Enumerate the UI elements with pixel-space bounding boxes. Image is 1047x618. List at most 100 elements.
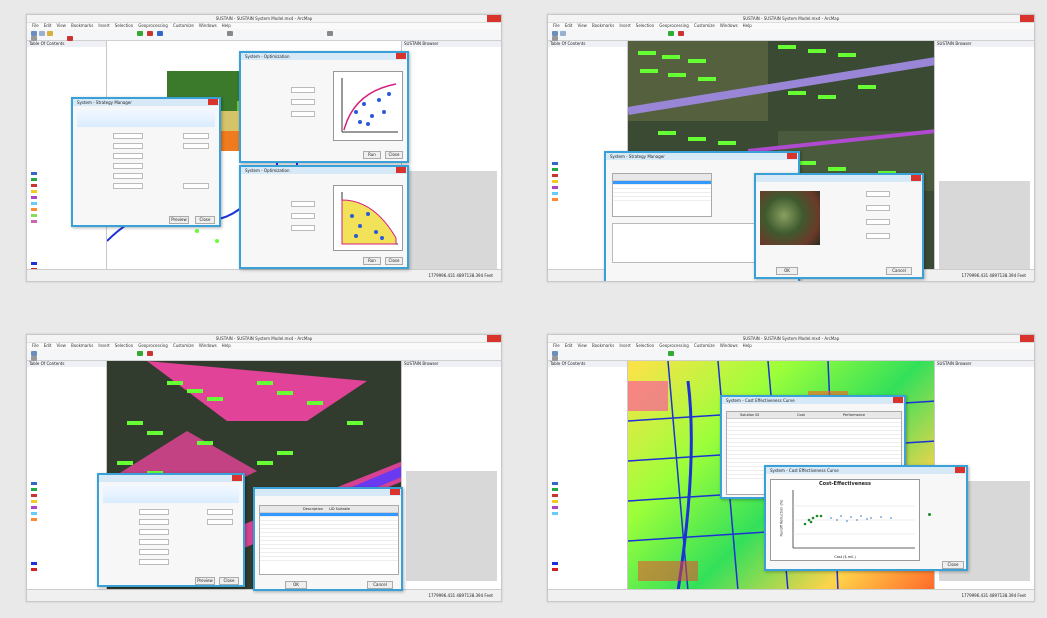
dropdown-field[interactable] — [139, 549, 169, 555]
dropdown-field[interactable] — [139, 509, 169, 515]
menu-bookmarks[interactable]: Bookmarks — [71, 23, 93, 28]
close-button[interactable]: Close — [219, 577, 239, 585]
menu-bookmarks[interactable]: Bookmarks — [592, 343, 614, 348]
tool-icon[interactable] — [147, 351, 153, 356]
input-field[interactable] — [291, 87, 315, 93]
preview-button[interactable]: Preview — [195, 577, 215, 585]
tool-icon[interactable] — [147, 31, 153, 36]
input-field[interactable] — [866, 205, 890, 211]
menu-selection[interactable]: Selection — [636, 343, 654, 348]
tool-icon[interactable] — [668, 351, 674, 356]
menu-selection[interactable]: Selection — [115, 23, 133, 28]
dropdown-field[interactable] — [113, 163, 143, 169]
input-field[interactable] — [291, 111, 315, 117]
toc-layer[interactable] — [31, 493, 39, 497]
menu-view[interactable]: View — [577, 23, 587, 28]
input-field[interactable] — [866, 219, 890, 225]
tool-icon[interactable] — [137, 351, 143, 356]
menu-insert[interactable]: Insert — [619, 343, 630, 348]
toc-layer[interactable] — [552, 567, 560, 571]
tool-icon[interactable] — [678, 31, 684, 36]
dropdown-field[interactable] — [207, 509, 233, 515]
tool-icon[interactable] — [157, 31, 163, 36]
toc-layer[interactable] — [552, 191, 560, 195]
close-button[interactable]: Close — [385, 151, 403, 159]
input-field[interactable] — [291, 99, 315, 105]
close-icon[interactable] — [1020, 335, 1034, 342]
toc-layer[interactable] — [31, 213, 39, 217]
menu-view[interactable]: View — [56, 23, 66, 28]
toc-layer[interactable] — [31, 561, 39, 565]
menu-customize[interactable]: Customize — [694, 343, 715, 348]
tool-icon[interactable] — [560, 31, 566, 36]
tool-icon[interactable] — [227, 31, 233, 36]
toc-layer[interactable] — [31, 207, 39, 211]
menu-windows[interactable]: Windows — [199, 23, 217, 28]
toc-layer[interactable] — [552, 481, 560, 485]
dropdown-field[interactable] — [113, 173, 143, 179]
toc-layer[interactable] — [31, 487, 39, 491]
tool-icon[interactable] — [39, 31, 45, 36]
toc-layer[interactable] — [31, 261, 39, 265]
menu-insert[interactable]: Insert — [98, 23, 109, 28]
toc-layer[interactable] — [31, 517, 39, 521]
dropdown-field[interactable] — [183, 143, 209, 149]
menu-edit[interactable]: Edit — [565, 23, 573, 28]
menu-customize[interactable]: Customize — [173, 23, 194, 28]
menu-windows[interactable]: Windows — [720, 23, 738, 28]
toc-layer[interactable] — [552, 179, 560, 183]
menu-help[interactable]: Help — [743, 343, 752, 348]
menu-geoprocessing[interactable]: Geoprocessing — [138, 23, 168, 28]
close-icon[interactable] — [396, 53, 406, 59]
menu-help[interactable]: Help — [222, 343, 231, 348]
menu-file[interactable]: File — [32, 343, 39, 348]
menu-selection[interactable]: Selection — [115, 343, 133, 348]
dropdown-field[interactable] — [113, 183, 143, 189]
toc-layer[interactable] — [31, 177, 39, 181]
menu-edit[interactable]: Edit — [44, 23, 52, 28]
menu-geoprocessing[interactable]: Geoprocessing — [659, 343, 689, 348]
toc-layer[interactable] — [31, 201, 39, 205]
menu-customize[interactable]: Customize — [694, 23, 715, 28]
menu-customize[interactable]: Customize — [173, 343, 194, 348]
menu-bookmarks[interactable]: Bookmarks — [592, 23, 614, 28]
close-button[interactable]: Close — [942, 561, 964, 569]
dropdown-field[interactable] — [139, 539, 169, 545]
close-icon[interactable] — [390, 489, 400, 495]
toc-layer[interactable] — [552, 161, 560, 165]
close-icon[interactable] — [1020, 15, 1034, 22]
menu-edit[interactable]: Edit — [44, 343, 52, 348]
menu-file[interactable]: File — [32, 23, 39, 28]
toc-layer[interactable] — [31, 219, 39, 223]
toc-layer[interactable] — [552, 561, 560, 565]
dropdown-field[interactable] — [139, 519, 169, 525]
dropdown-field[interactable] — [139, 559, 169, 565]
toc-layer[interactable] — [31, 511, 39, 515]
ok-button[interactable]: OK — [285, 581, 307, 589]
toc-layer[interactable] — [552, 173, 560, 177]
menu-edit[interactable]: Edit — [565, 343, 573, 348]
input-field[interactable] — [866, 233, 890, 239]
menu-help[interactable]: Help — [222, 23, 231, 28]
menu-help[interactable]: Help — [743, 23, 752, 28]
toc-layer[interactable] — [31, 481, 39, 485]
toc-layer[interactable] — [31, 195, 39, 199]
close-icon[interactable] — [396, 167, 406, 173]
dropdown-field[interactable] — [207, 519, 233, 525]
cancel-button[interactable]: Cancel — [886, 267, 912, 275]
cancel-button[interactable]: Cancel — [367, 581, 393, 589]
input-field[interactable] — [291, 213, 315, 219]
ok-button[interactable]: OK — [776, 267, 798, 275]
run-button[interactable]: Run — [363, 257, 381, 265]
close-button[interactable]: Close — [195, 216, 215, 224]
close-icon[interactable] — [208, 99, 218, 105]
lid-type-field[interactable] — [612, 223, 762, 263]
input-field[interactable] — [866, 191, 890, 197]
table-row[interactable] — [260, 557, 398, 561]
input-field[interactable] — [291, 201, 315, 207]
dropdown-field[interactable] — [113, 143, 143, 149]
tool-icon[interactable] — [47, 31, 53, 36]
toc-layer[interactable] — [552, 197, 560, 201]
toc-layer[interactable] — [552, 487, 560, 491]
menu-geoprocessing[interactable]: Geoprocessing — [659, 23, 689, 28]
